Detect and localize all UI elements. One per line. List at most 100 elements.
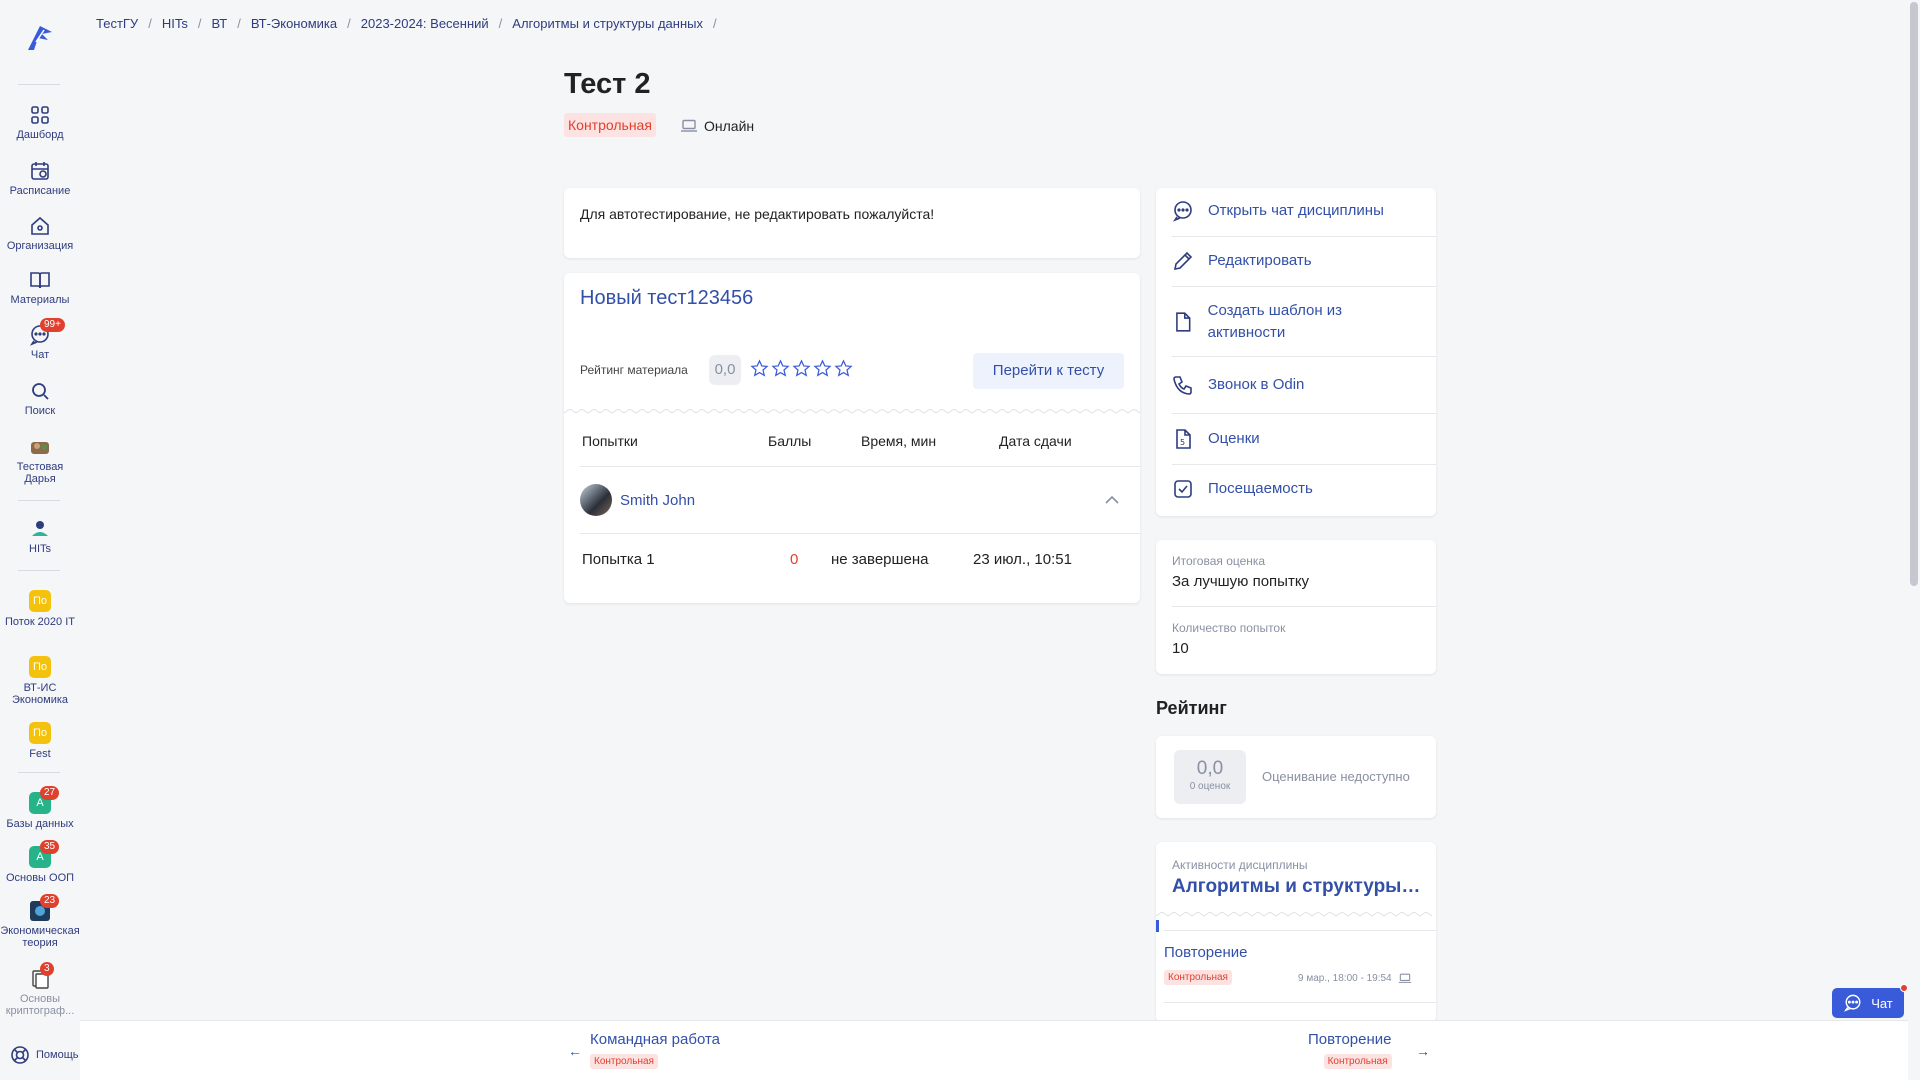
edit-button[interactable]: Редактировать xyxy=(1172,250,1420,272)
sidebar-item-chat[interactable]: Чат 99+ xyxy=(0,318,80,361)
sidebar-item-label: Расписание xyxy=(9,185,71,197)
chat-button[interactable]: Чат xyxy=(1832,988,1904,1018)
sidebar-item-test-daria[interactable]: Тестовая Дарья xyxy=(0,436,80,485)
sidebar-item-search[interactable]: Поиск xyxy=(0,380,80,417)
home-icon xyxy=(31,216,49,235)
scrollbar[interactable] xyxy=(1908,0,1920,1080)
next-activity-tag: Контрольная xyxy=(1323,1054,1392,1069)
discipline-activities-label: Активности дисциплины xyxy=(1172,858,1308,872)
pencil-icon xyxy=(1173,251,1193,271)
page-title: Тест 2 xyxy=(564,68,651,100)
final-grade-label: Итоговая оценка xyxy=(1172,554,1266,568)
sidebar-item-organization[interactable]: Организация xyxy=(0,215,80,252)
sidebar-item-label: Организация xyxy=(6,240,74,252)
dashboard-icon xyxy=(31,106,49,124)
column-header-time: Время, мин xyxy=(861,433,937,449)
star-icon[interactable] xyxy=(750,359,769,378)
book-icon xyxy=(30,272,50,289)
rating-card: 0,0 0 оценок Оценивание недоступно xyxy=(1156,736,1436,818)
go-to-test-button[interactable]: Перейти к тесту xyxy=(973,353,1124,389)
help-label: Помощь xyxy=(36,1049,79,1061)
previous-activity-tag: Контрольная xyxy=(590,1054,658,1069)
breadcrumb: ТестГУ / HITs / ВТ / ВТ-Экономика / 2023-202… xyxy=(96,16,717,31)
sidebar-item-dashboard[interactable]: Дашборд xyxy=(0,104,80,141)
breadcrumb-item[interactable]: Алгоритмы и структуры данных xyxy=(512,16,703,31)
odin-call-button[interactable]: Звонок в Odin xyxy=(1172,374,1420,396)
sidebar-item-schedule[interactable]: Расписание xyxy=(0,160,80,197)
count-badge: 23 xyxy=(40,894,60,908)
scrollbar-thumb[interactable] xyxy=(1910,2,1918,586)
help-link[interactable]: Помощь xyxy=(10,1045,79,1065)
sidebar-item-vt-is[interactable]: По ВТ-ИС Экономика xyxy=(0,656,80,706)
action-label: Редактировать xyxy=(1208,252,1312,269)
create-template-button[interactable]: Создать шаблон из активности xyxy=(1172,300,1420,344)
breadcrumb-item[interactable]: ТестГУ xyxy=(96,16,138,31)
sidebar-item-crypto[interactable]: Основы криптограф... 3 xyxy=(0,962,80,1017)
phone-icon xyxy=(1173,376,1192,395)
sidebar: Дашборд Расписание Организация Материалы… xyxy=(0,0,80,1080)
divider xyxy=(1164,1002,1436,1003)
rating-stars[interactable] xyxy=(750,359,853,378)
sidebar-item-oop[interactable]: А Основы ООП 35 xyxy=(0,840,80,884)
action-label: Посещаемость xyxy=(1208,480,1313,497)
sidebar-item-label: Экономическая теория xyxy=(0,925,80,949)
previous-activity-link[interactable]: Командная работа Контрольная xyxy=(590,1031,720,1069)
sidebar-divider xyxy=(18,772,60,773)
sidebar-item-stream-2020[interactable]: По Поток 2020 IT xyxy=(0,590,80,628)
description-text: Для автотестирование, не редактировать п… xyxy=(580,206,935,222)
sidebar-item-label: Поток 2020 IT xyxy=(5,616,75,628)
attempts-count-label: Количество попыток xyxy=(1172,621,1286,635)
sidebar-item-label: Чат xyxy=(30,349,50,361)
star-icon[interactable] xyxy=(813,359,832,378)
discipline-activities-card: Активности дисциплины Алгоритмы и структ… xyxy=(1156,842,1436,1022)
arrow-right-icon[interactable]: → xyxy=(1416,1043,1430,1059)
sidebar-item-economics[interactable]: Экономическая теория 23 xyxy=(0,894,80,949)
breadcrumb-item[interactable]: HITs xyxy=(162,16,188,31)
checkbox-icon xyxy=(1174,480,1192,498)
student-name[interactable]: Smith John xyxy=(620,492,695,509)
notification-dot xyxy=(1900,984,1908,992)
grades-button[interactable]: 5 Оценки xyxy=(1172,428,1420,450)
sidebar-item-label: Основы криптограф... xyxy=(5,993,75,1017)
file-icon xyxy=(1176,312,1191,332)
chevron-up-icon[interactable] xyxy=(1104,493,1120,507)
activity-navigation-bar: ← Командная работа Контрольная Повторени… xyxy=(80,1020,1920,1080)
sidebar-item-fest[interactable]: По Fest xyxy=(0,722,80,760)
zigzag-divider xyxy=(564,409,1140,414)
count-badge: 35 xyxy=(40,840,60,854)
star-icon[interactable] xyxy=(792,359,811,378)
avatar xyxy=(580,484,612,516)
activity-format: Онлайн xyxy=(680,118,754,134)
rating-value: 0,0 xyxy=(1196,758,1224,779)
star-icon[interactable] xyxy=(834,359,853,378)
discipline-name[interactable]: Алгоритмы и структуры данных xyxy=(1172,876,1424,898)
breadcrumb-item[interactable]: 2023-2024: Весенний xyxy=(361,16,489,31)
material-card: Новый тест123456 Рейтинг материала 0,0 П… xyxy=(564,273,1140,603)
column-header-attempts: Попытки xyxy=(582,433,638,449)
divider xyxy=(1172,606,1436,607)
scroll-indicator xyxy=(1156,920,1159,932)
attendance-button[interactable]: Посещаемость xyxy=(1172,478,1420,500)
star-icon[interactable] xyxy=(771,359,790,378)
calendar-icon xyxy=(31,162,49,180)
breadcrumb-item[interactable]: ВТ xyxy=(211,16,227,31)
arrow-left-icon[interactable]: ← xyxy=(568,1043,582,1059)
logo-icon[interactable] xyxy=(22,20,58,56)
divider xyxy=(1164,930,1436,931)
chat-button-label: Чат xyxy=(1871,995,1893,1011)
next-activity-link[interactable]: Повторение Контрольная xyxy=(1308,1031,1392,1069)
previous-activity-title: Командная работа xyxy=(590,1031,721,1048)
open-discipline-chat-button[interactable]: Открыть чат дисциплины xyxy=(1172,200,1420,222)
material-title[interactable]: Новый тест123456 xyxy=(580,287,753,310)
sidebar-item-materials[interactable]: Материалы xyxy=(0,269,80,306)
column-header-score: Баллы xyxy=(768,433,812,449)
attempt-date: 23 июл., 10:51 xyxy=(973,551,1072,568)
sidebar-item-label: Fest xyxy=(29,748,51,760)
actions-card: Открыть чат дисциплины Редактировать Соз… xyxy=(1156,188,1436,516)
sidebar-item-hits[interactable]: HITs xyxy=(0,518,80,555)
svg-text:5: 5 xyxy=(1180,438,1185,447)
activity-item-title[interactable]: Повторение xyxy=(1164,944,1248,961)
breadcrumb-item[interactable]: ВТ-Экономика xyxy=(251,16,337,31)
sidebar-item-databases[interactable]: А Базы данных 27 xyxy=(0,786,80,830)
group-avatar: По xyxy=(29,590,51,612)
